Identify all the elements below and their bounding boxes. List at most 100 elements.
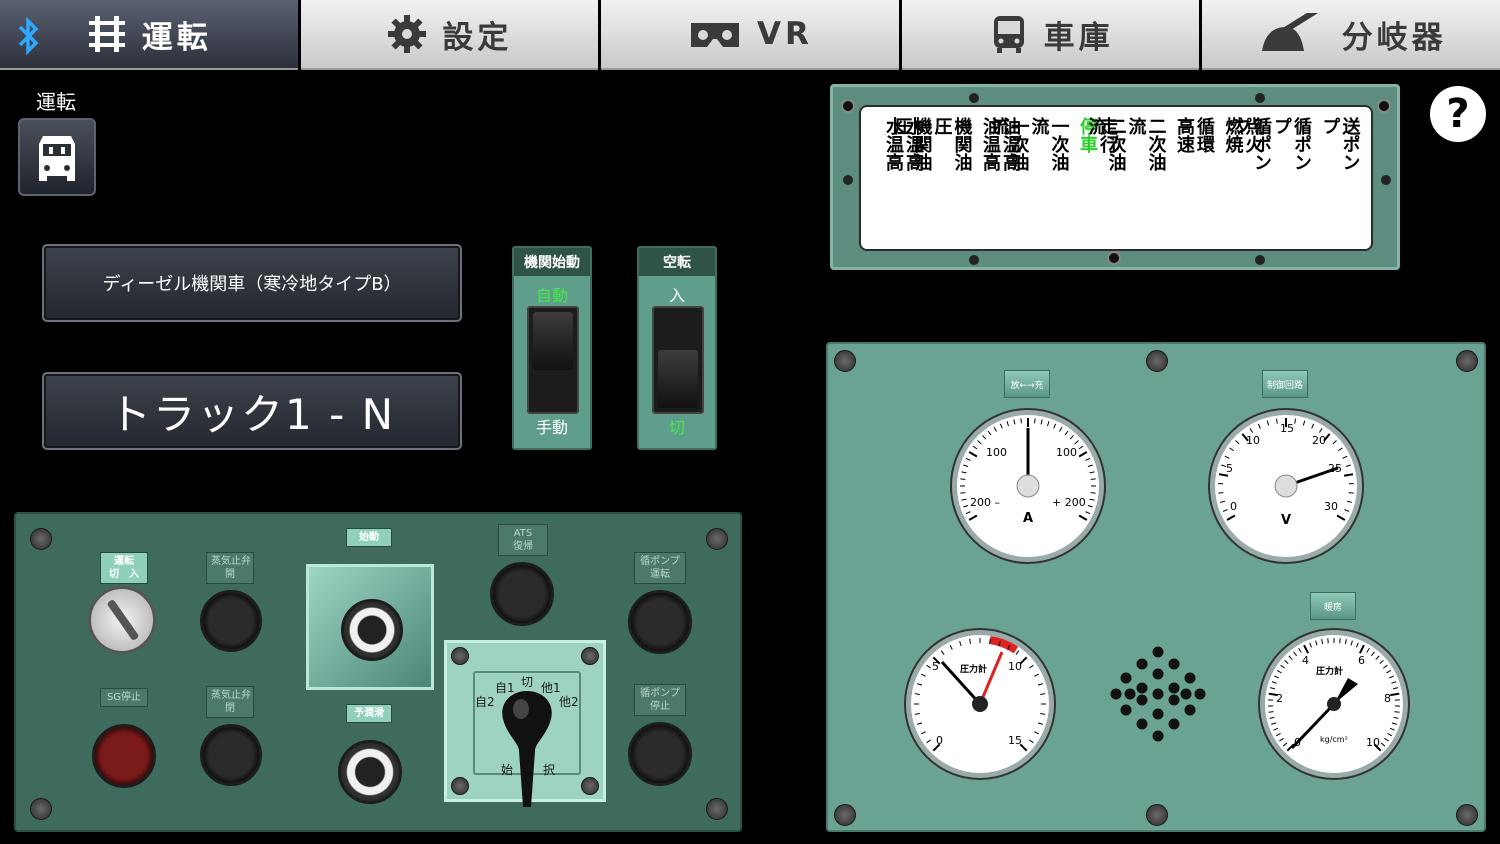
toggle-down-label: 切 bbox=[668, 418, 685, 437]
pump-run-button[interactable] bbox=[628, 590, 692, 654]
panel-screw bbox=[451, 777, 469, 795]
track-name[interactable]: トラック1 - N bbox=[42, 372, 462, 450]
warning-lamp: 循ポンプ 循ポンプ bbox=[1231, 117, 1312, 245]
locomotive-icon bbox=[39, 136, 75, 181]
panel-screw bbox=[843, 175, 853, 185]
pressure-label: 5 bbox=[932, 660, 939, 673]
steam-valve-open-label: 蒸気止弁 開 bbox=[206, 552, 254, 584]
panel-screw bbox=[581, 647, 599, 665]
warning-lamp: 機関油圧 機関油圧 bbox=[892, 117, 973, 245]
speaker-hole bbox=[1152, 730, 1164, 742]
voltmeter-label: 10 bbox=[1246, 434, 1260, 447]
key-switch[interactable] bbox=[88, 586, 156, 654]
speaker-hole bbox=[1184, 704, 1196, 716]
panel-screw bbox=[581, 777, 599, 795]
ats-reset-button[interactable] bbox=[490, 562, 554, 626]
warning-lamp-bottom: 機関油圧 bbox=[891, 117, 933, 171]
panel-screw bbox=[706, 798, 728, 820]
voltmeter-label: 30 bbox=[1324, 500, 1338, 513]
ammeter-tag: 放←→充 bbox=[1004, 370, 1050, 398]
mode-label: 運転 bbox=[36, 90, 76, 114]
ammeter-label: 100 bbox=[986, 446, 1007, 459]
start-button[interactable] bbox=[341, 599, 403, 661]
warning-lamp-top: 機関油圧 bbox=[931, 117, 973, 171]
key-switch-label: 運転 切 入 bbox=[100, 552, 148, 584]
speaker-hole bbox=[1120, 704, 1132, 716]
warning-lamp: 循環 高速 bbox=[1174, 117, 1215, 245]
warning-lamp-top: 二次油流 bbox=[1125, 117, 1167, 171]
panel-screw bbox=[1255, 255, 1265, 265]
mode-selector[interactable]: 切 自1 他1 自2 他2 始 択 bbox=[444, 640, 606, 807]
gauge-tick bbox=[960, 492, 966, 494]
pressure-title: 圧力計 bbox=[960, 663, 987, 675]
steam-valve-open-button[interactable] bbox=[200, 590, 262, 652]
ammeter-gauge: 100 100 200 – + 200 A bbox=[950, 408, 1106, 564]
selector-knob[interactable] bbox=[499, 691, 555, 811]
tab-settings[interactable]: 設定 bbox=[300, 0, 599, 70]
warning-lamp: 送ポンプ bbox=[1319, 117, 1361, 245]
gauge-tick bbox=[1390, 692, 1400, 697]
gauge-panel: 放←→充 制御回路 暖房 100 100 200 – + 200 A 0 5 1… bbox=[826, 342, 1486, 832]
toggle-lever[interactable] bbox=[527, 306, 579, 414]
toggle-up-label: 自動 bbox=[535, 286, 568, 305]
gauge-tick bbox=[1394, 711, 1400, 713]
toggle-lever[interactable] bbox=[652, 306, 704, 414]
train-front-icon bbox=[993, 16, 1024, 53]
tab-bar: 運転 設定 VR 車庫 分岐器 bbox=[0, 0, 1500, 72]
toggle-down-label: 手動 bbox=[535, 418, 568, 437]
vr-headset-icon bbox=[691, 23, 740, 47]
speaker-hole bbox=[1194, 688, 1206, 700]
track-icon bbox=[88, 16, 125, 52]
panel-bolt bbox=[841, 99, 855, 113]
engine-start-toggle[interactable]: 機関始動 自動 手動 bbox=[512, 246, 592, 450]
speaker-hole bbox=[1168, 694, 1180, 706]
gauge-tick bbox=[1276, 418, 1278, 424]
tab-vr[interactable]: VR bbox=[601, 0, 899, 70]
sg-stop-button[interactable] bbox=[92, 724, 156, 788]
pressure-title: 圧力計 bbox=[1316, 665, 1343, 677]
gauge-tick bbox=[960, 478, 966, 480]
speaker-hole bbox=[1136, 658, 1148, 670]
warning-lamp-top: 一次油流 bbox=[1028, 117, 1070, 171]
panel-screw bbox=[1456, 804, 1478, 826]
pressure-label: 15 bbox=[1008, 734, 1022, 747]
warning-lamp-bottom: 一次油流 bbox=[988, 117, 1030, 171]
pressure-unit: kg/cm² bbox=[1320, 735, 1348, 744]
panel-screw bbox=[30, 528, 52, 550]
start-label: 始動 bbox=[346, 528, 392, 547]
wheel-slip-toggle[interactable]: 空転 入 切 bbox=[637, 246, 717, 450]
speaker-hole bbox=[1168, 658, 1180, 670]
steam-valve-close-button[interactable] bbox=[200, 724, 262, 786]
mode-button[interactable] bbox=[18, 118, 96, 196]
pressure-label: 8 bbox=[1384, 692, 1391, 705]
pre-lube-button[interactable] bbox=[338, 740, 402, 804]
warning-lamp: 一次油流 一次油流 bbox=[989, 117, 1070, 245]
locomotive-name[interactable]: ディーゼル機関車（寒冷地タイプB） bbox=[42, 244, 462, 322]
voltmeter-tag: 制御回路 bbox=[1262, 370, 1308, 398]
ammeter-label: + 200 bbox=[1052, 496, 1086, 509]
bluetooth-icon[interactable] bbox=[14, 16, 44, 56]
tab-label: 設定 bbox=[442, 19, 513, 56]
speaker-hole bbox=[1152, 708, 1164, 720]
gauge-tick bbox=[1268, 711, 1274, 713]
warning-lamp-top: 送ポンプ bbox=[1319, 117, 1361, 171]
speaker-hole bbox=[1152, 688, 1164, 700]
selector-label: 自2 bbox=[475, 695, 495, 709]
panel-screw bbox=[969, 255, 979, 265]
speaker-hole bbox=[1120, 672, 1132, 684]
gauge-tick bbox=[1090, 478, 1096, 480]
tab-turnout[interactable]: 分岐器 bbox=[1202, 0, 1500, 70]
pressure-label: 10 bbox=[1366, 736, 1380, 749]
warning-lamp-bottom: 高速 bbox=[1174, 117, 1195, 153]
tab-label: 分岐器 bbox=[1341, 19, 1447, 56]
tab-drive[interactable]: 運転 bbox=[0, 0, 298, 70]
help-button[interactable]: ? bbox=[1430, 86, 1486, 142]
tab-depot[interactable]: 車庫 bbox=[901, 0, 1200, 70]
ammeter-label: 200 – bbox=[970, 496, 1000, 509]
heating-tag: 暖房 bbox=[1310, 592, 1356, 620]
toggle-up-label: 入 bbox=[668, 286, 685, 305]
speaker-hole bbox=[1136, 694, 1148, 706]
gauge-tick bbox=[1348, 492, 1354, 494]
speaker-hole bbox=[1136, 718, 1148, 730]
pump-stop-button[interactable] bbox=[628, 722, 692, 786]
